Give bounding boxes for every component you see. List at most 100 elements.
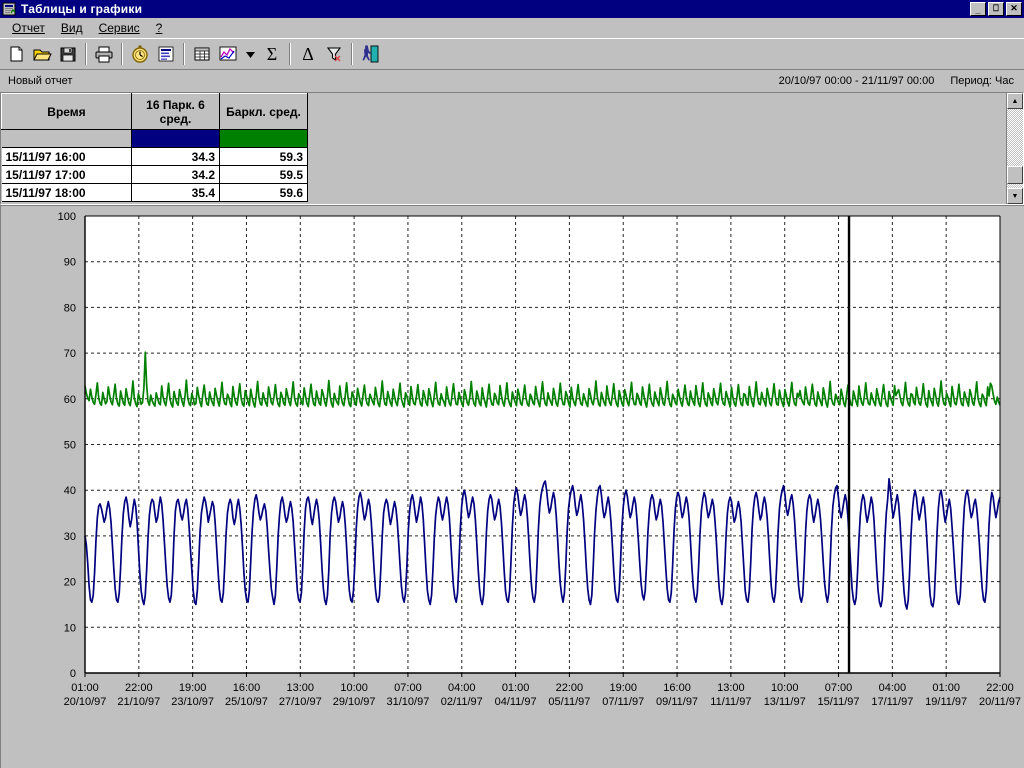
menu-help-label: ? xyxy=(155,20,163,35)
x-axis-date-label: 13/11/97 xyxy=(764,696,806,708)
color-swatch-park6 xyxy=(131,129,220,148)
menu-vid[interactable]: Вид xyxy=(53,20,91,36)
toolbar-separator xyxy=(121,43,123,65)
report-info-bar: Новый отчет 20/10/97 00:00 - 21/11/97 00… xyxy=(0,70,1024,92)
x-axis-date-label: 20/10/97 xyxy=(64,696,107,708)
x-axis-date-label: 19/11/97 xyxy=(925,696,967,708)
x-axis-time-label: 07:00 xyxy=(825,682,853,694)
y-axis-tick-label: 100 xyxy=(58,211,76,223)
y-axis-tick-label: 90 xyxy=(64,257,76,269)
x-axis-date-label: 25/10/97 xyxy=(225,696,268,708)
application-window: Таблицы и графики _ ⎕ ✕ Отчет Вид Сервис… xyxy=(0,0,1024,768)
new-document-icon[interactable] xyxy=(3,41,29,67)
column-header-time[interactable]: Время xyxy=(1,93,132,130)
x-axis-time-label: 10:00 xyxy=(340,682,368,694)
toolbar-separator xyxy=(351,43,353,65)
cell-park6: 34.3 xyxy=(131,147,220,166)
x-axis-time-label: 01:00 xyxy=(71,682,99,694)
chart-icon[interactable] xyxy=(215,41,241,67)
window-title: Таблицы и графики xyxy=(21,2,143,16)
filter-funnel-icon[interactable] xyxy=(321,41,347,67)
scroll-down-icon: ▼ xyxy=(1011,192,1019,200)
title-bar: Таблицы и графики _ ⎕ ✕ xyxy=(0,0,1024,18)
x-axis-date-label: 05/11/97 xyxy=(548,696,590,708)
cell-park6: 34.2 xyxy=(131,165,220,184)
cell-barkl: 59.5 xyxy=(219,165,308,184)
x-axis-time-label: 16:00 xyxy=(233,682,261,694)
table-row[interactable]: 15/11/97 17:00 34.2 59.5 xyxy=(1,165,308,184)
save-disk-icon[interactable] xyxy=(55,41,81,67)
x-axis-date-label: 23/10/97 xyxy=(171,696,214,708)
x-axis-date-label: 15/11/97 xyxy=(818,696,860,708)
table-row[interactable]: 15/11/97 16:00 34.3 59.3 xyxy=(1,147,308,166)
time-series-chart[interactable]: 0 10 20 30 40 50 60 70 80 90 100 01:00 20/10/97 22:00… xyxy=(1,206,1023,742)
menu-vid-label: Вид xyxy=(60,20,83,35)
cell-time: 15/11/97 18:00 xyxy=(1,183,132,202)
open-folder-icon[interactable] xyxy=(29,41,55,67)
x-axis-date-label: 11/11/97 xyxy=(710,696,751,708)
close-button[interactable]: ✕ xyxy=(1006,2,1022,16)
scroll-up-button[interactable]: ▲ xyxy=(1007,93,1023,109)
menu-help[interactable]: ? xyxy=(148,20,171,36)
x-axis-time-label: 13:00 xyxy=(717,682,745,694)
list-items-icon[interactable] xyxy=(153,41,179,67)
x-axis-time-label: 19:00 xyxy=(179,682,207,694)
chart-panel[interactable]: 0 10 20 30 40 50 60 70 80 90 100 01:00 20/10/97 22:00… xyxy=(0,205,1024,768)
minimize-button[interactable]: _ xyxy=(970,2,986,16)
x-axis-date-label: 31/10/97 xyxy=(387,696,430,708)
window-buttons: _ ⎕ ✕ xyxy=(970,2,1022,16)
table-vertical-scrollbar[interactable]: ▲ ▼ xyxy=(1006,93,1023,204)
x-axis-time-label: 22:00 xyxy=(986,682,1014,694)
table-body: 15/11/97 16:00 34.3 59.3 15/11/97 17:00 … xyxy=(1,147,308,202)
menu-bar: Отчет Вид Сервис ? xyxy=(0,18,1024,38)
x-axis-time-label: 04:00 xyxy=(448,682,476,694)
column-header-barkl[interactable]: Баркл. сред. xyxy=(219,93,308,130)
table-grid-icon[interactable] xyxy=(189,41,215,67)
data-table: Время 16 Парк. 6 сред. Баркл. сред. 15/1… xyxy=(1,93,1006,204)
restore-icon: ⎕ xyxy=(993,3,999,13)
y-axis-tick-label: 40 xyxy=(64,485,76,497)
menu-servis[interactable]: Сервис xyxy=(91,20,148,36)
y-axis-tick-label: 30 xyxy=(64,531,76,543)
cell-barkl: 59.6 xyxy=(219,183,308,202)
x-axis-time-label: 01:00 xyxy=(932,682,960,694)
color-swatch-none xyxy=(1,129,132,148)
x-axis-time-label: 13:00 xyxy=(287,682,315,694)
y-axis-tick-label: 10 xyxy=(64,622,76,634)
sigma-glyph: Σ xyxy=(266,44,278,64)
print-icon[interactable] xyxy=(91,41,117,67)
scrollbar-track[interactable] xyxy=(1007,109,1023,188)
timer-clock-icon[interactable] xyxy=(127,41,153,67)
x-axis-date-label: 29/10/97 xyxy=(333,696,376,708)
y-axis-tick-label: 0 xyxy=(70,668,76,680)
toolbar: Σ Δ xyxy=(0,38,1024,70)
exit-door-icon[interactable] xyxy=(357,41,383,67)
scroll-down-button[interactable]: ▼ xyxy=(1007,188,1023,204)
y-axis-tick-label: 60 xyxy=(64,394,76,406)
cell-time: 15/11/97 17:00 xyxy=(1,165,132,184)
restore-button[interactable]: ⎕ xyxy=(988,2,1004,16)
scrollbar-thumb[interactable] xyxy=(1007,165,1023,184)
table-row[interactable]: 15/11/97 18:00 35.4 59.6 xyxy=(1,183,308,202)
x-axis-date-label: 02/11/97 xyxy=(441,696,483,708)
report-name: Новый отчет xyxy=(8,75,73,87)
chevron-down-icon[interactable] xyxy=(241,41,259,67)
x-axis-time-label: 22:00 xyxy=(556,682,584,694)
color-swatch-barkl xyxy=(219,129,308,148)
delta-glyph: Δ xyxy=(302,44,314,64)
y-axis-tick-label: 20 xyxy=(64,577,76,589)
x-axis-date-label: 07/11/97 xyxy=(602,696,644,708)
x-axis-time-label: 19:00 xyxy=(609,682,637,694)
y-axis-tick-label: 70 xyxy=(64,348,76,360)
x-axis-date-label: 09/11/97 xyxy=(656,696,698,708)
x-axis-time-label: 01:00 xyxy=(502,682,530,694)
x-axis-date-label: 04/11/97 xyxy=(495,696,537,708)
menu-otchet[interactable]: Отчет xyxy=(4,20,53,36)
column-header-park6[interactable]: 16 Парк. 6 сред. xyxy=(131,93,220,130)
sigma-sum-icon[interactable]: Σ xyxy=(259,41,285,67)
toolbar-separator xyxy=(289,43,291,65)
scroll-up-icon: ▲ xyxy=(1011,97,1019,105)
x-axis-time-label: 22:00 xyxy=(125,682,153,694)
delta-icon[interactable]: Δ xyxy=(295,41,321,67)
x-axis-date-label: 20/11/97 xyxy=(979,696,1021,708)
